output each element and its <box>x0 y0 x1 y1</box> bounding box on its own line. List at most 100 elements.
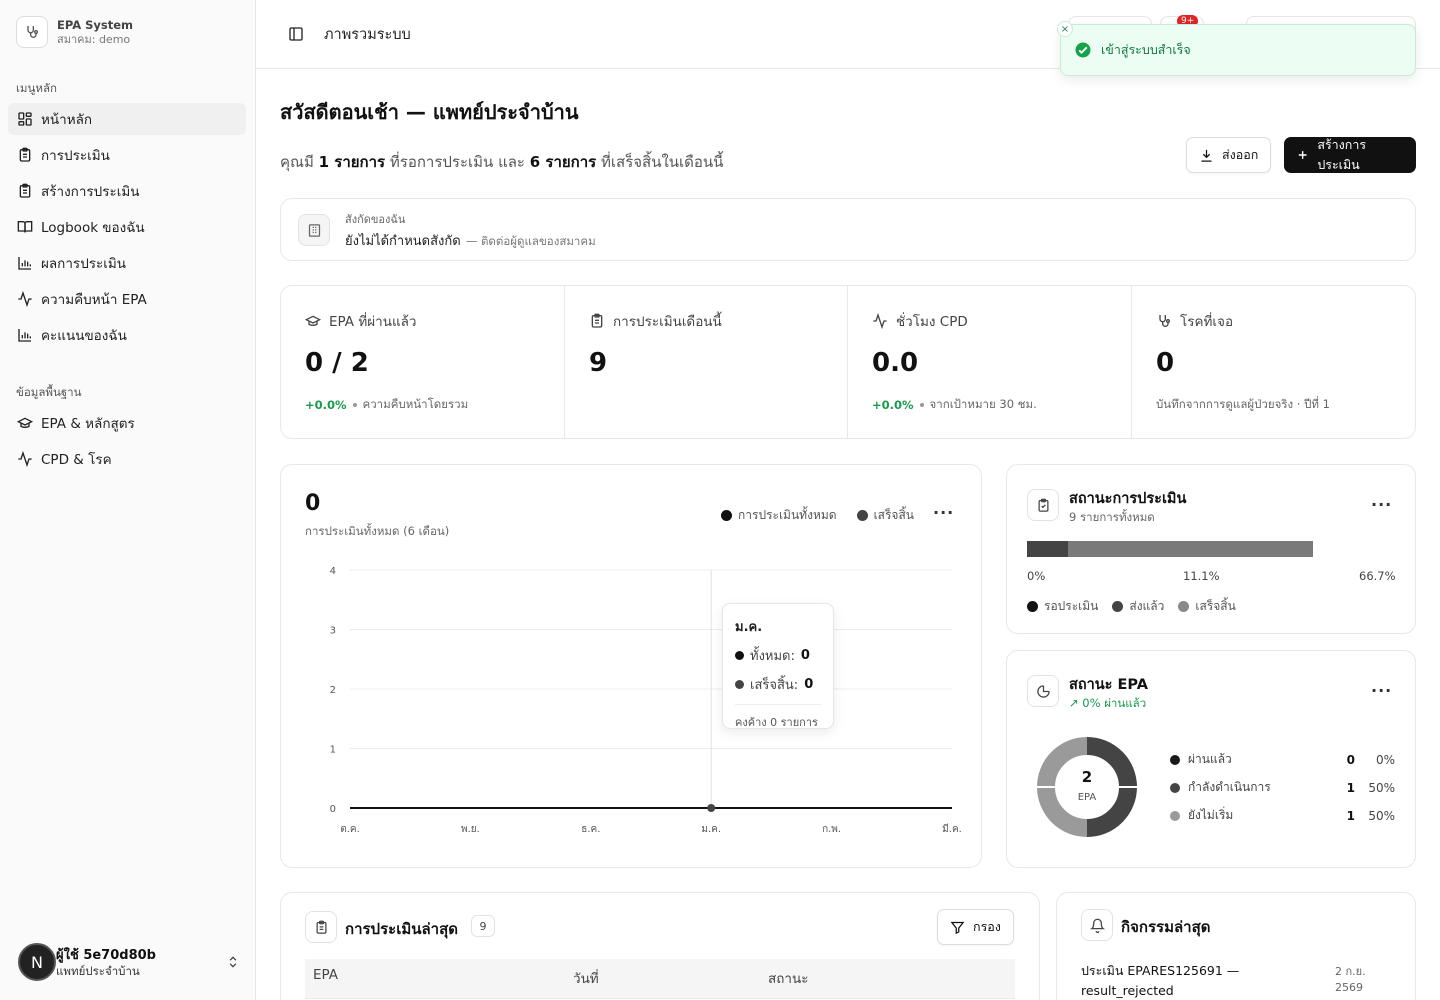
clipboard-plus-icon <box>19 183 31 198</box>
column-date[interactable]: วันที่ <box>573 967 599 989</box>
y-tick-label: 1 <box>330 745 336 756</box>
donut-center-label: EPA <box>1077 792 1097 803</box>
create-assessment-button[interactable]: สร้างการประเมิน <box>1284 137 1416 173</box>
epa-title: สถานะ EPA <box>1069 677 1148 693</box>
epa-legend-passed: ผ่านแล้ว 0 0% <box>1170 750 1395 769</box>
summary-prefix: คุณมี <box>280 153 319 171</box>
chart-total: 0 <box>305 491 321 516</box>
clipboard-check-icon <box>1027 489 1059 521</box>
export-button[interactable]: ส่งออก <box>1186 137 1272 173</box>
sidebar-item-home[interactable]: หน้าหลัก <box>8 103 246 135</box>
tooltip-done-label: เสร็จสิ้น: <box>750 678 799 693</box>
epa-legend-in-progress: กำลังดำเนินการ 1 50% <box>1170 778 1395 797</box>
brand[interactable]: EPA System สมาคม: demo <box>16 16 133 48</box>
legend-name: กำลังดำเนินการ <box>1188 780 1271 794</box>
legend-complete: เสร็จสิ้น <box>1178 597 1236 616</box>
column-status[interactable]: สถานะ <box>768 967 808 989</box>
success-toast: × เข้าสู่ระบบสำเร็จ <box>1057 21 1416 76</box>
x-tick-label: ธ.ค. <box>581 824 600 835</box>
toast-message: เข้าสู่ระบบสำเร็จ <box>1101 42 1191 57</box>
clipboard-icon <box>305 911 337 943</box>
create-label: สร้างการประเมิน <box>1317 137 1367 172</box>
stat-label: โรคที่เจอ <box>1180 314 1234 330</box>
status-bar-done <box>1068 541 1313 557</box>
stat-label: EPA ที่ผ่านแล้ว <box>329 314 417 330</box>
legend-sent: ส่งแล้ว <box>1112 597 1164 616</box>
sidebar-item-assessments[interactable]: การประเมิน <box>8 139 246 171</box>
sidebar-item-epa-progress[interactable]: ความคืบหน้า EPA <box>8 283 246 315</box>
nav-group-base: ข้อมูลพื้นฐาน <box>16 385 82 399</box>
brand-name: EPA System <box>57 17 134 32</box>
activity-item-title[interactable]: ประเมิน EPARES125691 — result_rejected <box>1081 961 1301 1000</box>
stat-assessments-month: การประเมินเดือนนี้ 9 <box>565 286 848 438</box>
filter-button[interactable]: กรอง <box>937 909 1014 945</box>
stat-note: จากเป้าหมาย 30 ชม. <box>929 397 1037 411</box>
affiliation-value: ยังไม่ได้กำหนดสังกัด <box>345 234 461 249</box>
status-title: สถานะการประเมิน <box>1069 491 1187 507</box>
summary-mid: ที่รอการประเมิน และ <box>385 153 530 171</box>
stat-delta: +0.0% <box>305 398 347 412</box>
legend-done: เสร็จสิ้น <box>856 506 914 525</box>
bar-chart-icon <box>18 329 31 342</box>
graduation-cap-icon <box>305 315 321 326</box>
status-bar-sent <box>1027 541 1069 557</box>
sidebar-item-cpd[interactable]: CPD & โรค <box>8 443 246 475</box>
bell-icon <box>1081 909 1113 941</box>
stat-epa-passed: EPA ที่ผ่านแล้ว 0 / 2 +0.0% ความคืบหน้าโด… <box>281 286 565 438</box>
affiliation-label: สังกัดของฉัน <box>345 213 406 226</box>
line-chart: 0 1 2 3 4 ต.ค. พ.ย. ธ.ค. ม.ค. ก.พ. มี.ค. <box>330 566 962 835</box>
status-tick: 11.1% <box>1183 569 1220 583</box>
active-point <box>707 804 716 812</box>
tooltip-month: ม.ค. <box>735 620 763 635</box>
recent-activity-card: กิจกรรมล่าสุด ประเมิน EPARES125691 — res… <box>1056 892 1416 1000</box>
sidebar-item-label: Logbook ของฉัน <box>41 220 145 236</box>
sidebar-item-label: ผลการประเมิน <box>41 256 127 272</box>
status-tick: 66.7% <box>1359 569 1396 583</box>
activity-item-date: 2 ก.ย. 2569 <box>1335 965 1366 994</box>
stats-card: EPA ที่ผ่านแล้ว 0 / 2 +0.0% ความคืบหน้าโด… <box>280 285 1416 439</box>
pie-chart-icon <box>1027 675 1059 707</box>
legend-pct: 50% <box>1368 808 1395 823</box>
sidebar-item-label: ความคืบหน้า EPA <box>41 292 147 308</box>
stat-label: การประเมินเดือนนี้ <box>613 314 722 330</box>
chevrons-up-down-icon <box>229 956 237 968</box>
breadcrumb: ภาพรวมระบบ <box>324 27 411 43</box>
stat-value: 0.0 <box>872 348 919 378</box>
status-more-button[interactable]: ··· <box>1371 495 1392 514</box>
sidebar-item-label: CPD & โรค <box>41 452 112 468</box>
assessment-status-card: สถานะการประเมิน 9 รายการทั้งหมด ··· 0% 1… <box>1006 464 1416 634</box>
stat-diseases: โรคที่เจอ 0 บันทึกจากการดูแลผู้ป่วยจริง … <box>1132 286 1415 438</box>
sidebar-item-create[interactable]: สร้างการประเมิน <box>8 175 246 207</box>
legend-label: รอประเมิน <box>1044 599 1099 613</box>
tooltip-pending: คงค้าง 0 รายการ <box>735 704 821 731</box>
tooltip-done: 0 <box>804 677 814 692</box>
user-role: แพทย์ประจำบ้าน <box>56 963 140 978</box>
sidebar-item-epa-curriculum[interactable]: EPA & หลักสูตร <box>8 407 246 439</box>
column-epa[interactable]: EPA <box>313 967 338 983</box>
stat-note: บันทึกจากการดูแลผู้ป่วยจริง · ปีที่ 1 <box>1156 397 1330 411</box>
brand-sub: สมาคม: demo <box>57 32 131 46</box>
sidebar-item-my-scores[interactable]: คะแนนของฉัน <box>8 319 246 351</box>
chart-tooltip: ม.ค. ทั้งหมด: 0 เสร็จสิ้น: 0 คงค้าง 0 รายก… <box>722 603 834 729</box>
activity-icon <box>18 291 32 307</box>
page-summary: คุณมี 1 รายการ ที่รอการประเมิน และ 6 ราย… <box>280 150 723 174</box>
activity-icon <box>18 451 32 467</box>
stat-label: ชั่วโมง CPD <box>896 314 968 330</box>
epa-legend-not-started: ยังไม่เริ่ม 1 50% <box>1170 806 1395 825</box>
table-header <box>305 959 1015 999</box>
legend-count: 1 <box>1346 780 1355 795</box>
affiliation-card: สังกัดของฉัน ยังไม่ได้กำหนดสังกัด — ติดต… <box>280 198 1416 261</box>
user-menu[interactable]: N ผู้ใช้ 5e70d80b แพทย์ประจำบ้าน <box>18 943 240 981</box>
building-icon <box>298 214 330 246</box>
book-open-icon <box>17 221 33 233</box>
sidebar-item-results[interactable]: ผลการประเมิน <box>8 247 246 279</box>
x-tick-label: ก.พ. <box>822 824 841 835</box>
sidebar-item-logbook[interactable]: Logbook ของฉัน <box>8 211 246 243</box>
toast-close-button[interactable]: × <box>1057 21 1073 37</box>
sidebar-toggle-icon[interactable] <box>288 26 304 46</box>
chart-more-button[interactable]: ··· <box>933 503 954 522</box>
status-subtitle: 9 รายการทั้งหมด <box>1069 510 1155 524</box>
legend-count: 0 <box>1346 752 1355 767</box>
epa-more-button[interactable]: ··· <box>1371 681 1392 700</box>
epa-donut <box>1037 737 1137 837</box>
